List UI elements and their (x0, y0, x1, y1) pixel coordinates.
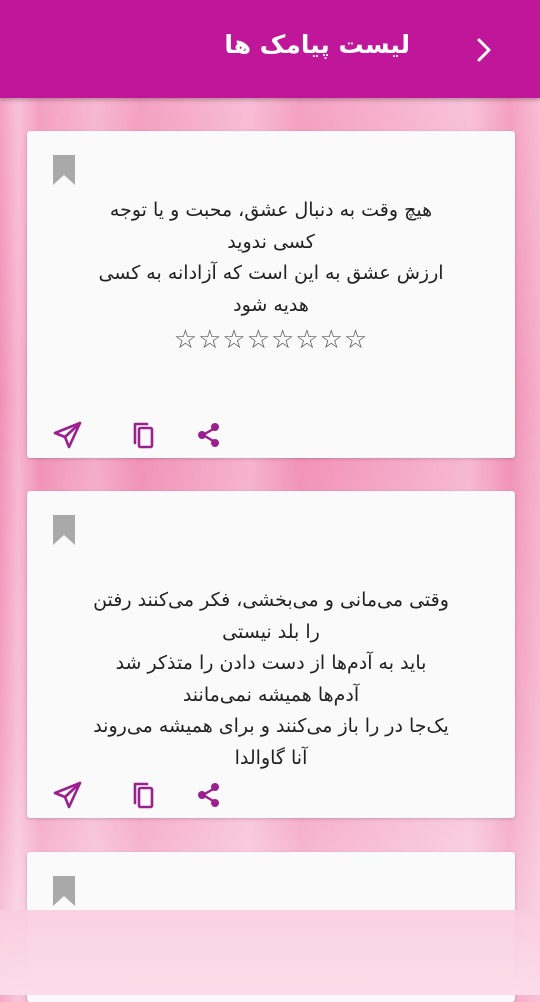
bookmark-icon[interactable] (52, 155, 76, 185)
sms-line: وقتی می‌مانی و می‌بخشی، فکر می‌کنند رفتن (93, 589, 449, 611)
page-title: لیست پیامک ها (224, 30, 410, 59)
sms-line: یک‌جا در را باز می‌کنند و برای همیشه می‌… (93, 715, 449, 737)
sms-card: هیچ وقت به دنبال عشق، محبت و یا توجه کسی… (27, 131, 515, 458)
share-icon[interactable] (193, 779, 225, 811)
sms-line: باید به آدم‌ها از دست دادن را متذکر شد (115, 652, 427, 674)
bookmark-icon[interactable] (52, 515, 76, 545)
sms-text: وقتی می‌مانی و می‌بخشی، فکر می‌کنند رفتن… (57, 585, 485, 774)
bookmark-icon[interactable] (52, 876, 76, 906)
copy-icon[interactable] (127, 779, 159, 811)
sms-text: هیچ وقت به دنبال عشق، محبت و یا توجه کسی… (57, 195, 485, 359)
sms-line: ارزش عشق به این است که آزادانه به کسی (98, 262, 444, 284)
app-bar: لیست پیامک ها (0, 0, 540, 98)
sms-line: هیچ وقت به دنبال عشق، محبت و یا توجه (109, 199, 433, 221)
sms-card: وقتی می‌مانی و می‌بخشی، فکر می‌کنند رفتن… (27, 491, 515, 818)
bottom-fade (0, 910, 540, 995)
sms-line: هدیه شود (233, 293, 309, 316)
send-icon[interactable] (52, 779, 84, 811)
sms-line: کسی ندوید (227, 230, 315, 253)
copy-icon[interactable] (127, 419, 159, 451)
chevron-right-icon[interactable] (468, 34, 500, 66)
sms-line: را بلد نیستی (222, 620, 320, 643)
rating-stars: ☆☆☆☆☆☆☆☆ (173, 325, 369, 355)
send-icon[interactable] (52, 419, 84, 451)
sms-line: آدم‌ها همیشه نمی‌مانند (182, 683, 360, 706)
sms-line: آنا گاوالدا (234, 746, 308, 769)
share-icon[interactable] (193, 419, 225, 451)
